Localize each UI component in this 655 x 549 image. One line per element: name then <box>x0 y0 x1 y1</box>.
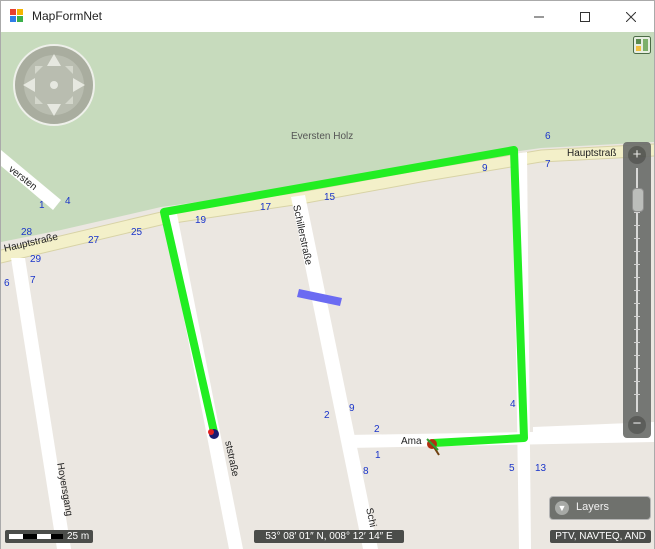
zoom-out-button[interactable]: − <box>628 416 646 434</box>
maximize-icon <box>580 11 590 22</box>
maximize-button[interactable] <box>562 1 608 32</box>
chevron-down-icon: ▼ <box>555 501 569 515</box>
house-number: 17 <box>260 202 272 213</box>
house-number: 6 <box>545 131 551 142</box>
layers-button[interactable]: ▼ Layers <box>550 497 650 519</box>
route-line-left <box>160 208 218 436</box>
house-number: 8 <box>363 466 369 477</box>
house-number: 15 <box>324 192 336 203</box>
zoom-control[interactable]: + − <box>623 142 651 438</box>
app-icon <box>10 9 23 22</box>
house-number: 9 <box>482 163 488 174</box>
window-title: MapFormNet <box>32 9 103 23</box>
minimize-icon <box>534 16 544 17</box>
house-number: 28 <box>21 227 33 238</box>
house-number: 2 <box>374 424 380 435</box>
house-number: 1 <box>39 200 45 211</box>
application-window: MapFormNet Eversten Holz Hauptstraße Hau… <box>0 0 655 549</box>
house-number: 9 <box>349 403 355 414</box>
map-view[interactable]: Eversten Holz Hauptstraße Hauptstraß Sch… <box>1 32 654 549</box>
house-number: 13 <box>535 463 547 474</box>
scale-bar: 25 m <box>5 530 93 543</box>
house-number: 19 <box>195 215 207 226</box>
pan-control-icon[interactable] <box>13 44 95 126</box>
house-number: 25 <box>131 227 143 238</box>
house-number: 7 <box>30 275 36 286</box>
area-label: Eversten Holz <box>291 131 354 142</box>
zoom-slider-thumb[interactable] <box>632 188 644 212</box>
street-label-hauptstrasse-right: Hauptstraß <box>567 148 617 159</box>
house-number: 4 <box>510 399 516 410</box>
layers-label: Layers <box>576 501 610 513</box>
house-number: 7 <box>545 159 551 170</box>
zoom-in-button[interactable]: + <box>628 146 646 164</box>
house-number: 29 <box>30 254 42 265</box>
house-number: 4 <box>65 196 71 207</box>
map-canvas[interactable] <box>1 32 654 549</box>
street-label-amalien: Ama <box>401 436 422 447</box>
house-number: 1 <box>375 450 381 461</box>
close-icon <box>626 11 636 22</box>
copyright-label: PTV, NAVTEQ, AND <box>550 530 651 543</box>
coordinates-readout: 53° 08′ 01″ N, 008° 12′ 14″ E <box>254 530 404 543</box>
house-number: 2 <box>324 410 330 421</box>
minimize-button[interactable] <box>516 1 562 32</box>
scale-label: 25 m <box>67 531 90 542</box>
title-bar[interactable]: MapFormNet <box>1 1 654 32</box>
house-number: 27 <box>88 235 100 246</box>
house-number: 6 <box>4 278 10 289</box>
house-number: 5 <box>509 463 515 474</box>
layer-toggle-icon[interactable] <box>633 36 651 54</box>
close-button[interactable] <box>608 1 654 32</box>
